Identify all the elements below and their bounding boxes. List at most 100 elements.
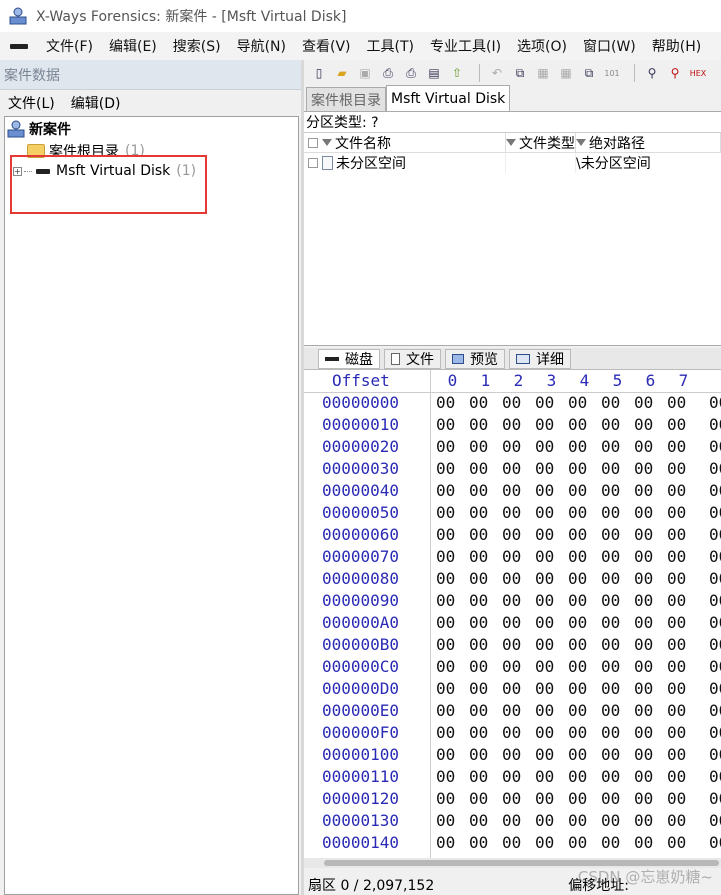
properties-icon[interactable]: ▤ [425,64,443,82]
hex-row[interactable]: 000000E0 00 00 00 00 00 00 00 00 00 [304,700,721,722]
hex-byte[interactable]: 00 [601,723,620,742]
hex-row[interactable]: 00000000000000000000000000 [304,392,721,414]
hex-byte[interactable]: 00 [535,415,554,434]
hex-byte[interactable]: 00 [535,591,554,610]
hex-row[interactable]: 000000B0 00 00 00 00 00 00 00 00 00 [304,634,721,656]
hex-byte[interactable]: 00 [469,547,488,566]
hex-byte[interactable]: 00 [601,437,620,456]
hex-byte[interactable]: 00 [634,657,653,676]
hex-byte[interactable]: 00 [601,789,620,808]
hex-byte[interactable]: 00 [502,415,521,434]
hex-byte[interactable]: 00 [568,789,587,808]
hex-icon[interactable]: HEX [689,64,707,82]
hex-byte[interactable]: 00 [568,547,587,566]
save-icon[interactable]: ▣ [356,64,374,82]
hex-byte[interactable]: 00 [502,745,521,764]
hex-byte[interactable]: 00 [436,789,455,808]
hex-byte[interactable]: 00 [469,723,488,742]
hex-byte[interactable]: 00 [502,613,521,632]
hex-byte[interactable]: 00 [568,635,587,654]
hex-byte[interactable]: 00 [436,503,455,522]
hex-byte[interactable]: 00 [667,657,686,676]
hex-row[interactable]: 00000040 00 00 00 00 00 00 00 00 00 [304,480,721,502]
hex-byte[interactable]: 00 [709,393,721,412]
hex-byte[interactable]: 00 [535,789,554,808]
hex-byte[interactable]: 00 [502,481,521,500]
hex-byte[interactable]: 00 [667,833,686,852]
hex-byte[interactable]: 00 [436,679,455,698]
hex-byte[interactable]: 00 [469,789,488,808]
menu-options[interactable]: 选项(O) [509,36,575,56]
hex-byte[interactable]: 00 [709,591,721,610]
hex-byte[interactable]: 00 [634,789,653,808]
hex-row[interactable]: 00000070 00 00 00 00 00 00 00 00 00 [304,546,721,568]
hex-byte[interactable]: 00 [436,393,455,412]
hex-byte[interactable]: 00 [469,415,488,434]
hex-byte[interactable]: 00 [436,745,455,764]
hex-byte[interactable]: 00 [634,745,653,764]
hex-byte[interactable]: 00 [709,613,721,632]
hex-byte[interactable]: 00 [469,591,488,610]
hex-byte[interactable]: 00 [568,481,587,500]
new-icon[interactable]: ▯ [310,64,328,82]
menu-file[interactable]: 文件(F) [38,36,101,56]
hex-byte[interactable]: 00 [601,525,620,544]
hex-row[interactable]: 00000020 00 00 00 00 00 00 00 00 00 [304,436,721,458]
hex-byte[interactable]: 00 [502,723,521,742]
tab-disk[interactable]: 磁盘 [318,348,380,369]
hex-byte[interactable]: 00 [601,811,620,830]
hex-byte[interactable]: 00 [667,811,686,830]
hex-byte[interactable]: 00 [535,613,554,632]
hex-byte[interactable]: 00 [709,833,721,852]
hex-editor[interactable]: Offset 01234567 00000000 00 00 00 00 00 00 00 00… [304,370,721,858]
hex-byte[interactable]: 00 [535,679,554,698]
hex-byte[interactable]: 00 [634,459,653,478]
hex-byte[interactable]: 00 [667,591,686,610]
hex-byte[interactable]: 00 [436,459,455,478]
hex-byte[interactable]: 00 [502,437,521,456]
hex-byte[interactable]: 00 [502,525,521,544]
hex-byte[interactable]: 00 [535,811,554,830]
menu-specialist-tools[interactable]: 专业工具(I) [422,36,509,56]
hex-byte[interactable]: 00 [535,525,554,544]
hex-byte[interactable]: 00 [502,547,521,566]
hex-byte[interactable]: 00 [436,481,455,500]
hex-row[interactable]: 00000080 00 00 00 00 00 00 00 00 00 [304,568,721,590]
hex-byte[interactable]: 00 [568,701,587,720]
hex-byte[interactable]: 00 [568,569,587,588]
hex-byte[interactable]: 00 [535,393,554,412]
hex-byte[interactable]: 00 [535,569,554,588]
hex-byte[interactable]: 00 [709,503,721,522]
hex-byte[interactable]: 00 [469,833,488,852]
hex-byte[interactable]: 00 [568,525,587,544]
hex-byte[interactable]: 00 [436,547,455,566]
hex-byte[interactable]: 00 [469,701,488,720]
hex-byte[interactable]: 00 [667,569,686,588]
copy-icon[interactable]: ⧉ [580,64,598,82]
hex-byte[interactable]: 00 [535,503,554,522]
tab-preview[interactable]: 预览 [445,348,505,369]
hex-byte[interactable]: 00 [568,415,587,434]
column-header-type[interactable]: 文件类型 [506,133,576,152]
hex-byte[interactable]: 00 [535,459,554,478]
hex-byte[interactable]: 00 [568,657,587,676]
hex-byte[interactable]: 00 [634,525,653,544]
hex-row[interactable]: 000000C0 00 00 00 00 00 00 00 00 00 [304,656,721,678]
menu-navigate[interactable]: 导航(N) [229,36,294,56]
hex-byte[interactable]: 00 [436,415,455,434]
hex-byte[interactable]: 00 [709,569,721,588]
hex-byte[interactable]: 00 [601,613,620,632]
hex-byte[interactable]: 00 [535,767,554,786]
hex-byte[interactable]: 00 [469,745,488,764]
hex-byte[interactable]: 00 [469,393,488,412]
hex-byte[interactable]: 00 [667,415,686,434]
hex-row[interactable]: 00000090 00 00 00 00 00 00 00 00 00 [304,590,721,612]
hex-byte[interactable]: 00 [436,569,455,588]
filter-icon[interactable] [576,139,586,146]
menu-help[interactable]: 帮助(H) [644,36,709,56]
tab-file[interactable]: 文件 [384,348,441,369]
hex-byte[interactable]: 00 [601,591,620,610]
hex-row[interactable]: 00000010 00 00 00 00 00 00 00 00 00 [304,414,721,436]
hex-row[interactable]: 000000A0 00 00 00 00 00 00 00 00 00 [304,612,721,634]
hex-byte[interactable]: 00 [709,437,721,456]
